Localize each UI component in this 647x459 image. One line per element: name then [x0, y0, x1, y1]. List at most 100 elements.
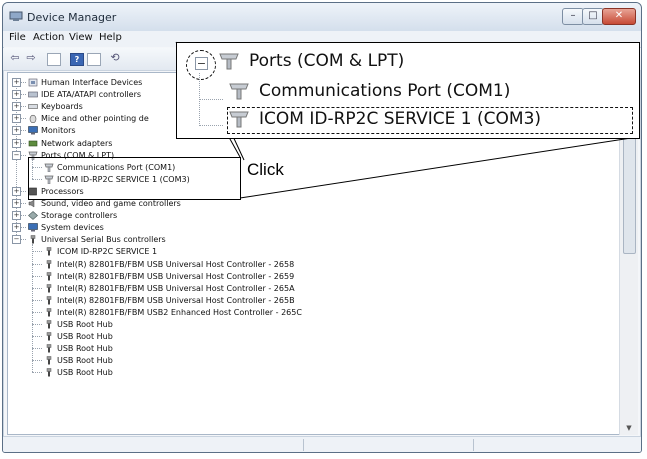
expand-toggle[interactable]: + [12, 126, 21, 136]
system-device-icon [28, 223, 38, 232]
mouse-icon [29, 115, 37, 124]
ide-controller-icon [28, 91, 38, 98]
device-label: Intel(R) 82801FB/FBM USB Universal Host … [57, 271, 295, 281]
collapse-toggle[interactable]: − [12, 235, 21, 245]
tree-line [32, 275, 42, 277]
device-item[interactable]: USB Root Hub [8, 331, 608, 342]
device-label: Network adapters [41, 138, 113, 148]
device-category[interactable]: + Network adapters [8, 138, 608, 149]
help-icon[interactable]: ? [70, 53, 84, 66]
device-item[interactable]: USB Root Hub [8, 319, 608, 330]
monitor-icon [28, 126, 38, 135]
network-adapter-icon [28, 140, 38, 146]
maximize-button[interactable]: □ [582, 8, 604, 25]
device-label: Human Interface Devices [41, 78, 143, 87]
sound-icon [28, 199, 35, 208]
expand-toggle[interactable]: + [12, 199, 21, 208]
status-divider [473, 439, 474, 451]
callout-ports-label: Ports (COM & LPT) [249, 51, 405, 71]
menu-help[interactable]: Help [99, 32, 122, 43]
tree-line [32, 311, 42, 313]
keyboard-icon [28, 104, 38, 109]
menu-view[interactable]: View [69, 32, 93, 43]
tree-line [32, 299, 42, 301]
device-item[interactable]: Intel(R) 82801FB/FBM USB Universal Host … [8, 271, 608, 282]
back-arrow-icon[interactable]: ⇦ [7, 51, 23, 65]
tree-line [199, 99, 223, 100]
menu-file[interactable]: File [9, 32, 26, 43]
port-icon [229, 83, 249, 100]
device-label: ICOM ID-RP2C SERVICE 1 [57, 247, 158, 257]
device-label: USB Root Hub [57, 368, 113, 378]
tree-line [32, 287, 42, 289]
minimize-button[interactable]: – [562, 8, 584, 25]
device-label: Monitors [41, 126, 76, 136]
device-category[interactable]: + System devices [8, 222, 608, 233]
status-divider [303, 439, 304, 451]
device-label: USB Root Hub [57, 320, 113, 329]
port-icon [219, 53, 239, 70]
forward-arrow-icon[interactable]: ⇨ [23, 51, 39, 65]
com3-highlight-box [227, 107, 633, 134]
tree-line [32, 372, 42, 374]
device-item[interactable]: Intel(R) 82801FB/FBM USB2 Enhanced Host … [8, 307, 608, 318]
click-target-circle [186, 50, 216, 80]
device-label: Storage controllers [41, 211, 118, 221]
usb-icon [46, 296, 52, 305]
callout-com1-label: Communications Port (COM1) [259, 81, 511, 101]
usb-icon [46, 271, 52, 281]
device-item[interactable]: Intel(R) 82801FB/FBM USB Universal Host … [8, 259, 608, 270]
scan-hardware-icon[interactable]: ⟲ [107, 51, 123, 65]
device-item[interactable]: USB Root Hub [8, 343, 608, 354]
device-item[interactable]: Intel(R) 82801FB/FBM USB Universal Host … [8, 283, 608, 294]
tree-line [32, 336, 42, 338]
status-bar [3, 436, 641, 452]
device-label: Intel(R) 82801FB/FBM USB Universal Host … [57, 259, 295, 269]
close-button[interactable]: ✕ [602, 8, 636, 25]
tree-line [32, 263, 42, 265]
menu-action[interactable]: Action [33, 32, 64, 43]
tree-line [199, 125, 223, 126]
device-item[interactable]: ICOM ID-RP2C SERVICE 1 [8, 246, 608, 257]
usb-icon [30, 235, 36, 244]
device-label: Intel(R) 82801FB/FBM USB Universal Host … [57, 283, 295, 293]
highlight-box [28, 157, 241, 200]
usb-icon [46, 320, 52, 329]
device-label: Mice and other pointing de [41, 114, 149, 124]
device-label: Universal Serial Bus controllers [41, 235, 166, 245]
usb-icon [46, 368, 52, 377]
collapse-toggle[interactable]: − [12, 150, 21, 160]
window-title: Device Manager [27, 11, 117, 24]
device-label: USB Root Hub [57, 332, 113, 342]
tree-line [32, 360, 42, 362]
usb-icon [46, 283, 52, 293]
expand-toggle[interactable]: + [12, 78, 21, 87]
expand-toggle[interactable]: + [12, 90, 21, 100]
scroll-down-arrow-icon[interactable]: ▼ [620, 421, 638, 435]
expand-toggle[interactable]: + [12, 186, 21, 196]
device-item[interactable]: USB Root Hub [8, 367, 608, 378]
device-category[interactable]: + Storage controllers [8, 210, 608, 221]
expand-toggle[interactable]: + [12, 223, 21, 233]
device-item[interactable]: Intel(R) 82801FB/FBM USB Universal Host … [8, 295, 608, 306]
expand-toggle[interactable]: + [12, 138, 21, 148]
device-manager-app-icon [9, 11, 23, 21]
tree-line [32, 251, 42, 253]
device-item[interactable]: USB Root Hub [8, 355, 608, 366]
usb-icon [46, 308, 52, 317]
storage-icon [28, 211, 38, 220]
hid-icon [28, 78, 38, 87]
expand-toggle[interactable]: + [12, 102, 21, 112]
console-tree-icon[interactable] [47, 53, 61, 66]
click-label: Click [247, 160, 284, 179]
properties-icon[interactable] [87, 53, 101, 66]
expand-toggle[interactable]: + [12, 114, 21, 124]
device-label: System devices [41, 223, 104, 233]
tree-line [32, 324, 42, 325]
device-label: Intel(R) 82801FB/FBM USB2 Enhanced Host … [57, 307, 302, 317]
expand-toggle[interactable]: + [12, 211, 21, 221]
device-category[interactable]: − Universal Serial Bus controllers [8, 234, 608, 245]
title-bar[interactable]: Device Manager – □ ✕ [3, 3, 641, 31]
device-label: USB Root Hub [57, 344, 113, 354]
device-label: USB Root Hub [57, 356, 113, 366]
